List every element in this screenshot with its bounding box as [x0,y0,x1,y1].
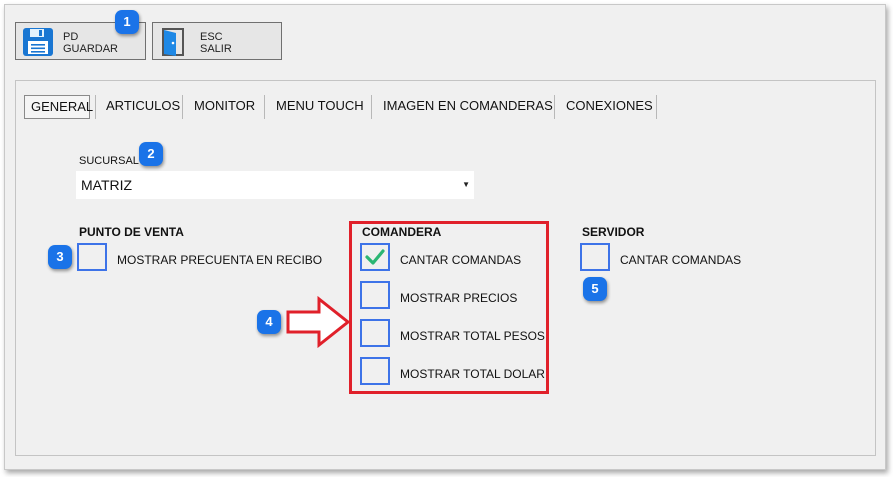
chevron-down-icon: ▼ [462,180,470,189]
tab-separator [95,95,96,119]
mostrar-precios-checkbox[interactable] [360,281,390,309]
exit-button[interactable]: ESC SALIR [152,22,282,60]
step-badge-5: 5 [583,277,607,301]
punto-de-venta-heading: PUNTO DE VENTA [79,225,184,239]
floppy-disk-icon [23,28,53,56]
mostrar-precios-label: MOSTRAR PRECIOS [400,291,518,305]
step-badge-1: 1 [115,10,139,34]
mostrar-precuenta-checkbox[interactable] [77,243,107,271]
sucursal-select[interactable]: MATRIZ ▼ [76,171,474,199]
tab-menu-touch[interactable]: MENU TOUCH [270,95,370,119]
cantar-comandas-checkbox[interactable] [360,243,390,271]
tab-monitor[interactable]: MONITOR [188,95,261,119]
servidor-cantar-comandas-checkbox[interactable] [580,243,610,271]
tab-separator [371,95,372,119]
step-badge-3: 3 [48,245,72,269]
sucursal-label: SUCURSAL [79,155,139,167]
checkmark-icon [365,249,385,265]
step-badge-2: 2 [139,142,163,166]
exit-label: SALIR [200,43,232,55]
tab-general[interactable]: GENERAL [24,95,93,119]
mostrar-total-dolar-checkbox[interactable] [360,357,390,385]
exit-key: ESC [200,31,223,43]
cantar-comandas-label: CANTAR COMANDAS [400,253,522,267]
tab-separator [182,95,183,119]
save-label: GUARDAR [63,43,119,55]
exit-door-icon [162,28,184,56]
mostrar-total-dolar-label: MOSTRAR TOTAL DOLAR [400,367,545,381]
tab-articulos[interactable]: ARTICULOS [100,95,186,119]
sucursal-value: MATRIZ [81,177,133,193]
tab-separator [656,95,657,119]
mostrar-precuenta-label: MOSTRAR PRECUENTA EN RECIBO [117,253,323,267]
servidor-cantar-comandas-label: CANTAR COMANDAS [620,253,742,267]
tab-separator [264,95,265,119]
tab-conexiones[interactable]: CONEXIONES [560,95,659,119]
arrow-right-icon [286,296,351,348]
comandera-heading: COMANDERA [362,225,442,239]
mostrar-total-pesos-checkbox[interactable] [360,319,390,347]
tab-separator [554,95,555,119]
save-key: PD [63,31,79,43]
servidor-heading: SERVIDOR [582,225,645,239]
tab-imagen-en-comanderas[interactable]: IMAGEN EN COMANDERAS [377,95,559,119]
step-badge-4: 4 [257,310,281,334]
mostrar-total-pesos-label: MOSTRAR TOTAL PESOS [400,329,545,343]
